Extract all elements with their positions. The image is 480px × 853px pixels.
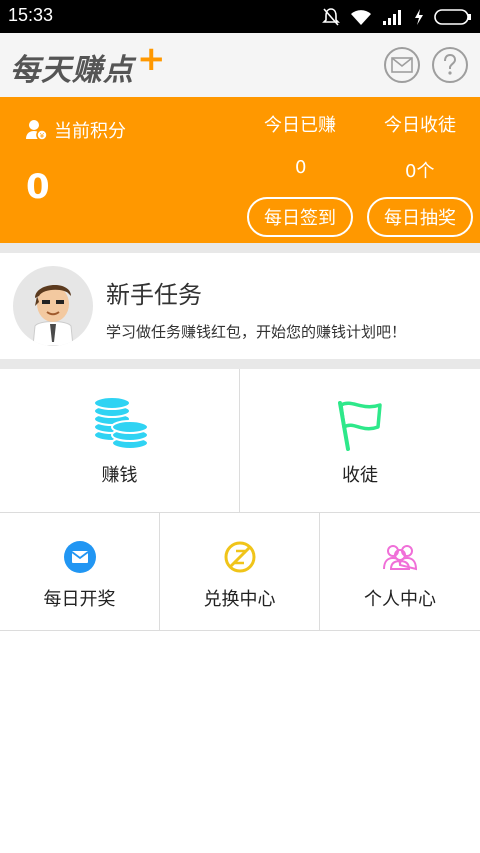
app-logo-plus: + bbox=[137, 39, 166, 79]
mail-icon bbox=[391, 57, 413, 73]
exchange-center-label: 兑换中心 bbox=[203, 589, 276, 610]
today-earned-value: 0 bbox=[295, 157, 307, 178]
points-label-row: ¥ 当前积分 bbox=[26, 117, 126, 143]
exchange-icon bbox=[224, 541, 255, 573]
newbie-task-title: 新手任务 bbox=[106, 281, 202, 309]
today-apprentices-label: 今日收徒 bbox=[384, 115, 456, 136]
wifi-icon bbox=[351, 10, 371, 25]
status-time: 15:33 bbox=[8, 5, 54, 25]
status-bar: 15:33 bbox=[0, 0, 480, 33]
coins-icon bbox=[92, 396, 149, 450]
app-logo: 每天赚点 bbox=[10, 53, 134, 88]
recruit-tile[interactable]: 收徒 bbox=[240, 369, 480, 513]
flag-icon bbox=[338, 401, 382, 451]
exchange-center-tile[interactable]: 兑换中心 bbox=[160, 513, 320, 631]
today-apprentices-value: 0个 bbox=[405, 161, 435, 182]
messages-button[interactable] bbox=[384, 47, 420, 83]
daily-draw-label: 每日开奖 bbox=[43, 589, 116, 610]
envelope-circle-icon bbox=[63, 541, 96, 573]
today-earned-label: 今日已赚 bbox=[264, 115, 336, 136]
help-icon bbox=[444, 54, 457, 75]
daily-draw-tile[interactable]: 每日开奖 bbox=[0, 513, 160, 631]
help-button[interactable] bbox=[432, 47, 468, 83]
earn-tile[interactable]: 赚钱 bbox=[0, 369, 240, 513]
newbie-task-description: 学习做任务赚钱红包，开始您的赚钱计划吧！ bbox=[106, 323, 407, 341]
newbie-task-card[interactable]: 新手任务 学习做任务赚钱红包，开始您的赚钱计划吧！ bbox=[0, 253, 480, 359]
svg-text:¥: ¥ bbox=[40, 132, 45, 140]
status-icons bbox=[322, 6, 472, 28]
app-header: 每天赚点 + bbox=[0, 33, 480, 97]
cartoon-man-icon bbox=[32, 284, 74, 346]
signal-icon bbox=[383, 10, 401, 25]
points-value: 0 bbox=[26, 167, 50, 207]
recruit-label: 收徒 bbox=[342, 465, 378, 486]
daily-checkin-button[interactable]: 每日签到 bbox=[247, 197, 353, 237]
mute-icon bbox=[322, 8, 340, 26]
avatar bbox=[13, 266, 93, 346]
user-coin-icon: ¥ bbox=[26, 120, 48, 141]
earn-label: 赚钱 bbox=[101, 465, 138, 486]
points-label: 当前积分 bbox=[54, 121, 126, 142]
profile-center-label: 个人中心 bbox=[364, 589, 436, 610]
charging-icon bbox=[415, 9, 423, 25]
feature-grid: 赚钱 收徒 每日开奖 兑换中心 个人中心 bbox=[0, 369, 480, 631]
daily-lottery-button[interactable]: 每日抽奖 bbox=[367, 197, 473, 237]
section-divider bbox=[0, 243, 480, 253]
profile-center-tile[interactable]: 个人中心 bbox=[320, 513, 480, 631]
section-divider bbox=[0, 359, 480, 369]
battery-icon bbox=[434, 9, 471, 25]
users-icon bbox=[383, 545, 417, 571]
points-summary-panel: ¥ 当前积分 0 今日已赚 今日收徒 0 0个 每日签到 每日抽奖 bbox=[0, 97, 480, 243]
